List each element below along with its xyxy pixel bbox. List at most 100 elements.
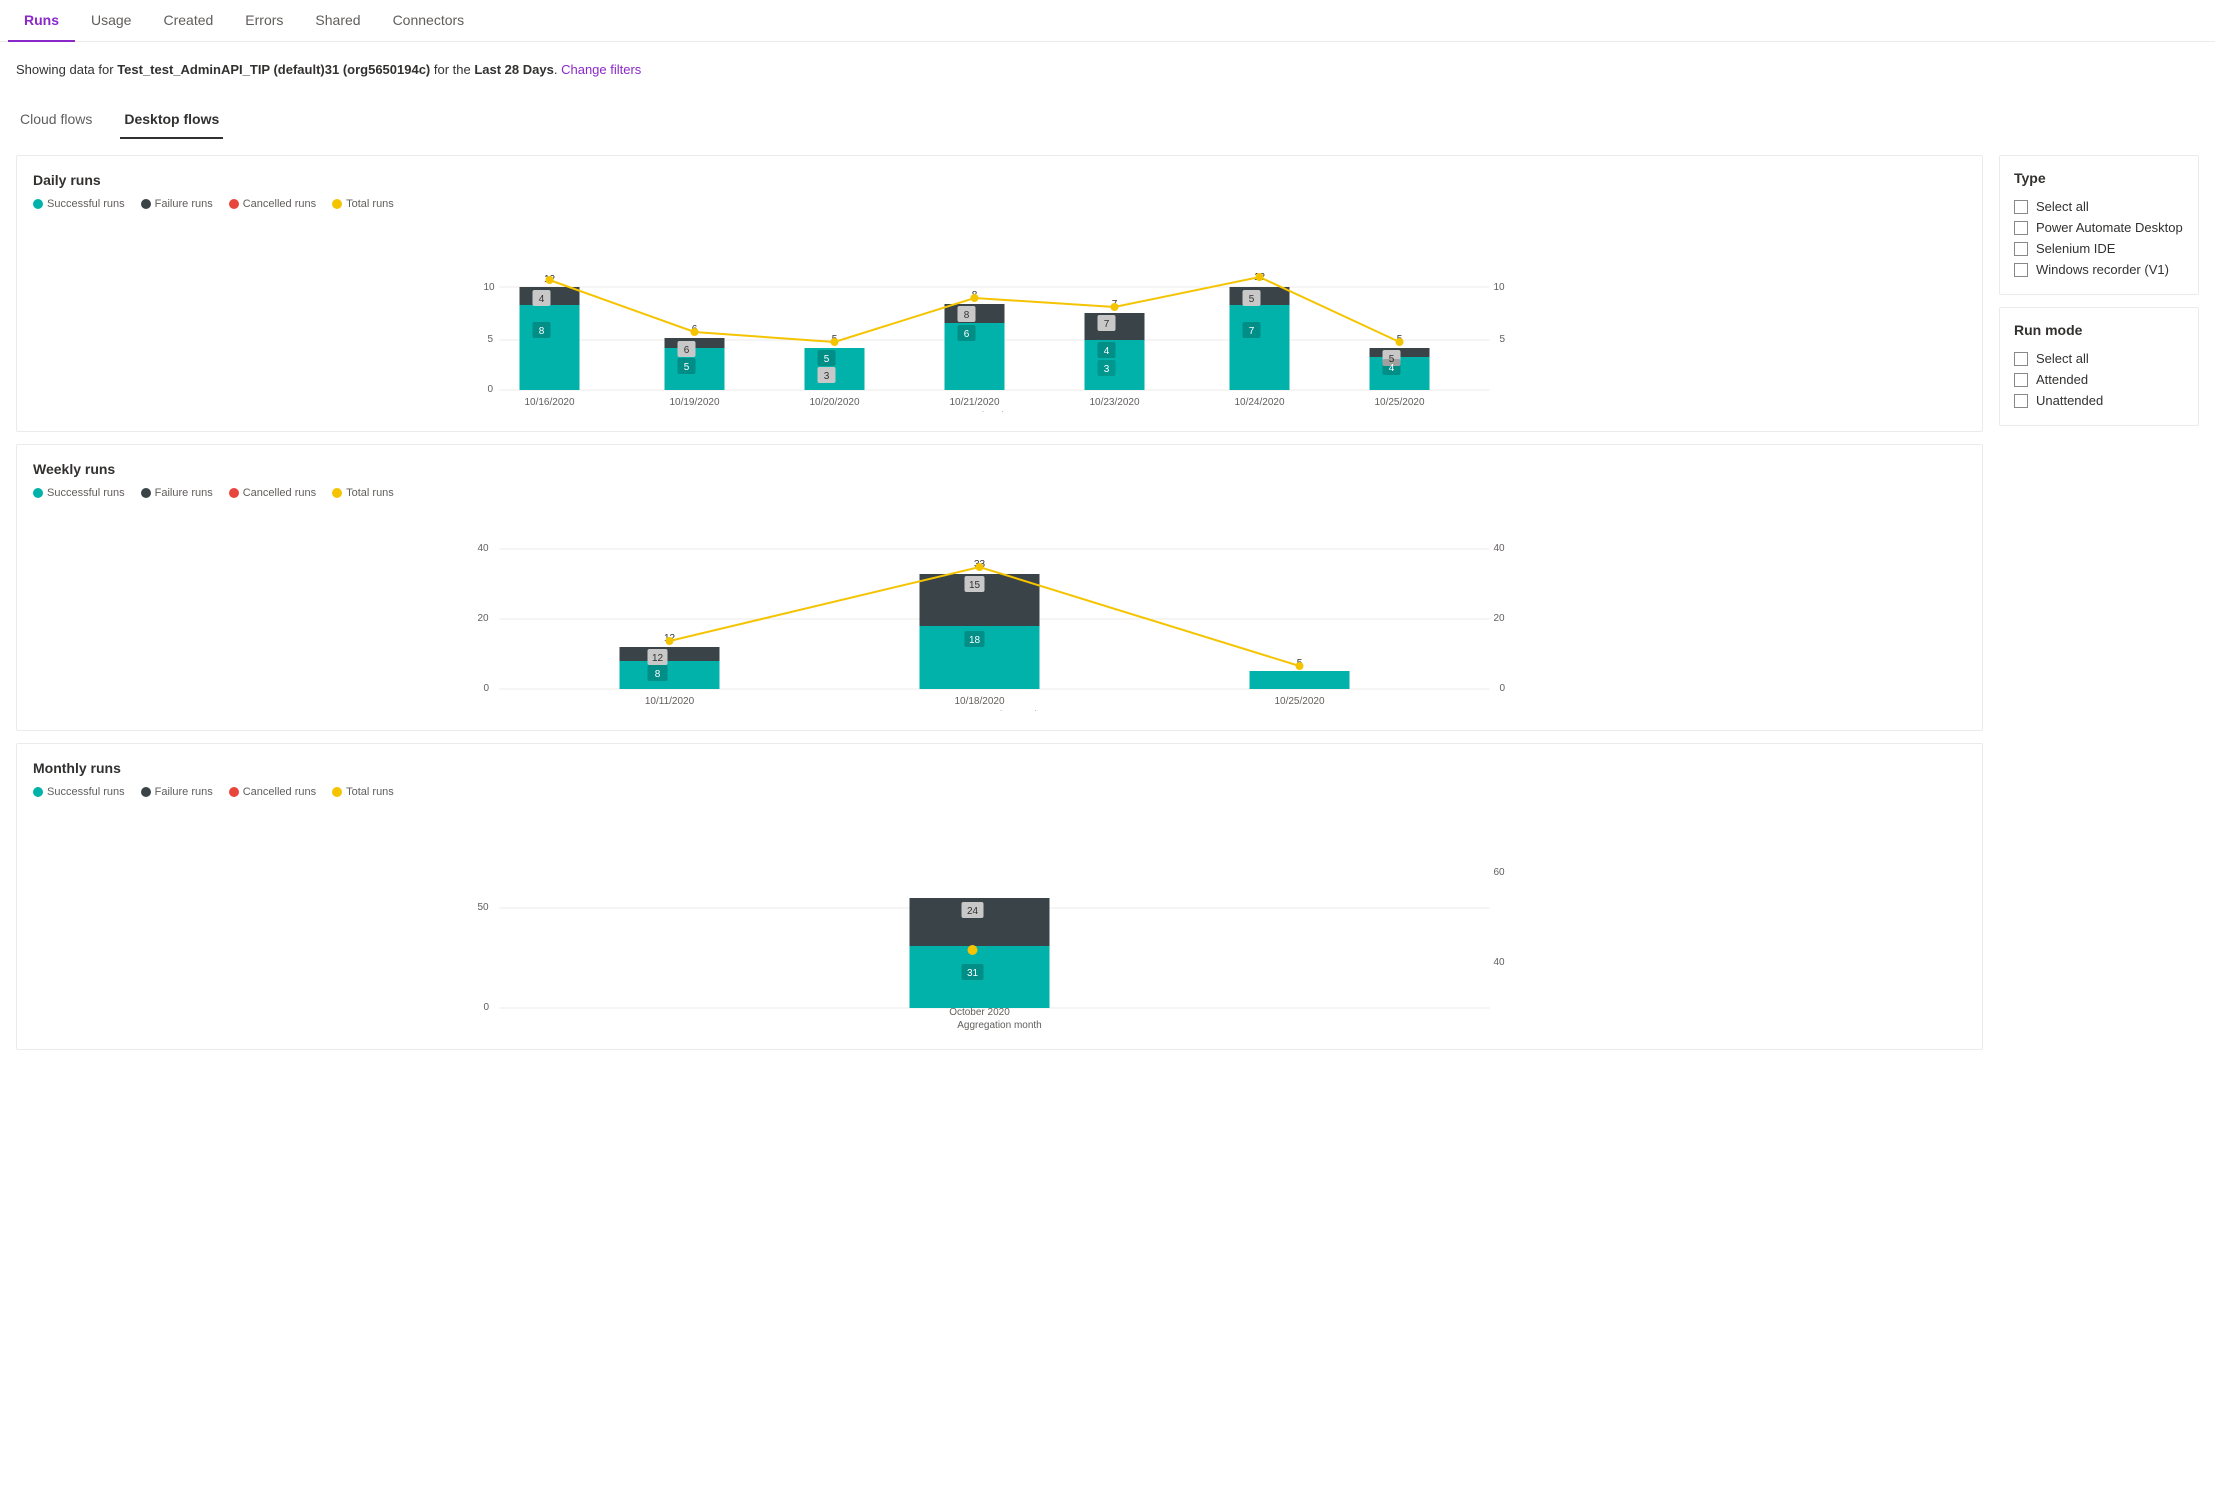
weekly-legend-cancelled: Cancelled runs bbox=[229, 487, 316, 499]
weekly-axis-title: Aggregation week bbox=[959, 710, 1040, 711]
weekly-val-teal-1: 18 bbox=[969, 635, 981, 646]
weekly-y-0: 0 bbox=[484, 683, 490, 694]
daily-dot-1 bbox=[691, 328, 699, 336]
monthly-legend-total-label: Total runs bbox=[346, 786, 394, 798]
weekly-chart-area: 0 20 40 0 20 40 1 bbox=[33, 511, 1966, 714]
weekly-yr-0: 0 bbox=[1500, 683, 1506, 694]
monthly-yr-40: 40 bbox=[1494, 957, 1506, 968]
daily-val-teal-0: 8 bbox=[539, 326, 545, 337]
daily-yr-10: 10 bbox=[1494, 282, 1506, 293]
sidebar: Type Select all Power Automate Desktop S… bbox=[1999, 155, 2199, 1050]
tab-shared[interactable]: Shared bbox=[299, 0, 376, 42]
run-mode-option-1-checkbox[interactable] bbox=[2014, 394, 2028, 408]
type-select-all-item[interactable]: Select all bbox=[2014, 196, 2184, 217]
change-filters-link[interactable]: Change filters bbox=[561, 62, 641, 77]
run-mode-select-all-label: Select all bbox=[2036, 351, 2089, 366]
run-mode-select-all-checkbox[interactable] bbox=[2014, 352, 2028, 366]
sub-tab-desktop[interactable]: Desktop flows bbox=[120, 103, 223, 139]
monthly-runs-title: Monthly runs bbox=[33, 760, 1966, 776]
type-option-1-label: Selenium IDE bbox=[2036, 241, 2115, 256]
daily-val-dark-0: 4 bbox=[539, 294, 545, 305]
header-prefix: Showing data for bbox=[16, 62, 117, 77]
daily-yr-5: 5 bbox=[1500, 334, 1506, 345]
weekly-yr-20: 20 bbox=[1494, 613, 1506, 624]
weekly-yr-40: 40 bbox=[1494, 543, 1506, 554]
daily-val-teal-6: 4 bbox=[1389, 363, 1395, 374]
daily-runs-card: Daily runs Successful runs Failure runs … bbox=[16, 155, 1983, 432]
type-option-2[interactable]: Windows recorder (V1) bbox=[2014, 259, 2184, 280]
run-mode-option-0-checkbox[interactable] bbox=[2014, 373, 2028, 387]
monthly-runs-card: Monthly runs Successful runs Failure run… bbox=[16, 743, 1983, 1050]
legend-total-dot bbox=[332, 199, 342, 209]
monthly-legend-failure-dot bbox=[141, 787, 151, 797]
weekly-xlabel-1: 10/18/2020 bbox=[954, 696, 1004, 707]
sub-tab-cloud[interactable]: Cloud flows bbox=[16, 103, 96, 139]
monthly-legend-failure-label: Failure runs bbox=[155, 786, 213, 798]
weekly-val-dark-0: 12 bbox=[652, 653, 664, 664]
monthly-legend-cancelled-label: Cancelled runs bbox=[243, 786, 316, 798]
weekly-legend-failure-dot bbox=[141, 488, 151, 498]
header-period: Last 28 Days bbox=[474, 62, 554, 77]
daily-dot-6 bbox=[1396, 338, 1404, 346]
monthly-chart-svg: 0 50 60 40 24 bbox=[33, 810, 1966, 1030]
run-mode-option-0[interactable]: Attended bbox=[2014, 369, 2184, 390]
weekly-legend: Successful runs Failure runs Cancelled r… bbox=[33, 487, 1966, 499]
tab-runs[interactable]: Runs bbox=[8, 0, 75, 42]
monthly-legend-successful-dot bbox=[33, 787, 43, 797]
type-filter-title: Type bbox=[2014, 170, 2184, 186]
daily-xlabel-5: 10/24/2020 bbox=[1234, 397, 1284, 408]
monthly-legend-successful: Successful runs bbox=[33, 786, 125, 798]
type-option-1-checkbox[interactable] bbox=[2014, 242, 2028, 256]
weekly-legend-failure: Failure runs bbox=[141, 487, 213, 499]
weekly-legend-cancelled-dot bbox=[229, 488, 239, 498]
weekly-val-dark-1: 15 bbox=[969, 580, 981, 591]
weekly-legend-successful-label: Successful runs bbox=[47, 487, 125, 499]
weekly-dot-2 bbox=[1296, 662, 1304, 670]
type-option-1[interactable]: Selenium IDE bbox=[2014, 238, 2184, 259]
daily-val-dark-2: 3 bbox=[824, 371, 830, 382]
legend-failure-label: Failure runs bbox=[155, 198, 213, 210]
legend-successful: Successful runs bbox=[33, 198, 125, 210]
weekly-legend-failure-label: Failure runs bbox=[155, 487, 213, 499]
weekly-xlabel-2: 10/25/2020 bbox=[1274, 696, 1324, 707]
daily-val-teal-4: 4 bbox=[1104, 346, 1110, 357]
sub-tab-bar: Cloud flows Desktop flows bbox=[0, 87, 2215, 139]
run-mode-option-1[interactable]: Unattended bbox=[2014, 390, 2184, 411]
tab-connectors[interactable]: Connectors bbox=[377, 0, 481, 42]
run-mode-select-all-item[interactable]: Select all bbox=[2014, 348, 2184, 369]
daily-dot-0 bbox=[546, 276, 554, 284]
tab-errors[interactable]: Errors bbox=[229, 0, 299, 42]
daily-y-10: 10 bbox=[484, 282, 496, 293]
run-mode-option-0-label: Attended bbox=[2036, 372, 2088, 387]
monthly-axis-title: Aggregation month bbox=[957, 1020, 1042, 1030]
legend-failure: Failure runs bbox=[141, 198, 213, 210]
type-option-0[interactable]: Power Automate Desktop bbox=[2014, 217, 2184, 238]
daily-chart-area: 0 5 10 5 10 4 bbox=[33, 222, 1966, 415]
daily-xlabel-2: 10/20/2020 bbox=[809, 397, 859, 408]
daily-chart-svg: 0 5 10 5 10 4 bbox=[33, 222, 1966, 412]
daily-val-dark-4: 7 bbox=[1104, 319, 1110, 330]
monthly-legend-total: Total runs bbox=[332, 786, 394, 798]
tab-created[interactable]: Created bbox=[147, 0, 229, 42]
legend-cancelled-dot bbox=[229, 199, 239, 209]
weekly-dot-1 bbox=[976, 563, 984, 571]
daily-y-0: 0 bbox=[488, 384, 494, 395]
tab-usage[interactable]: Usage bbox=[75, 0, 147, 42]
weekly-y-40: 40 bbox=[478, 543, 490, 554]
daily-xlabel-0: 10/16/2020 bbox=[524, 397, 574, 408]
weekly-chart-svg: 0 20 40 0 20 40 1 bbox=[33, 511, 1966, 711]
daily-runs-title: Daily runs bbox=[33, 172, 1966, 188]
type-option-2-checkbox[interactable] bbox=[2014, 263, 2028, 277]
weekly-dot-0 bbox=[666, 637, 674, 645]
type-option-2-label: Windows recorder (V1) bbox=[2036, 262, 2169, 277]
weekly-bar-teal-2 bbox=[1250, 671, 1350, 689]
monthly-legend-cancelled-dot bbox=[229, 787, 239, 797]
type-select-all-checkbox[interactable] bbox=[2014, 200, 2028, 214]
daily-val-dark-3: 8 bbox=[964, 310, 970, 321]
type-filter-card: Type Select all Power Automate Desktop S… bbox=[1999, 155, 2199, 295]
daily-xlabel-4: 10/23/2020 bbox=[1089, 397, 1139, 408]
legend-total-label: Total runs bbox=[346, 198, 394, 210]
type-option-0-checkbox[interactable] bbox=[2014, 221, 2028, 235]
daily-val-teal-3: 6 bbox=[964, 329, 970, 340]
weekly-legend-total: Total runs bbox=[332, 487, 394, 499]
